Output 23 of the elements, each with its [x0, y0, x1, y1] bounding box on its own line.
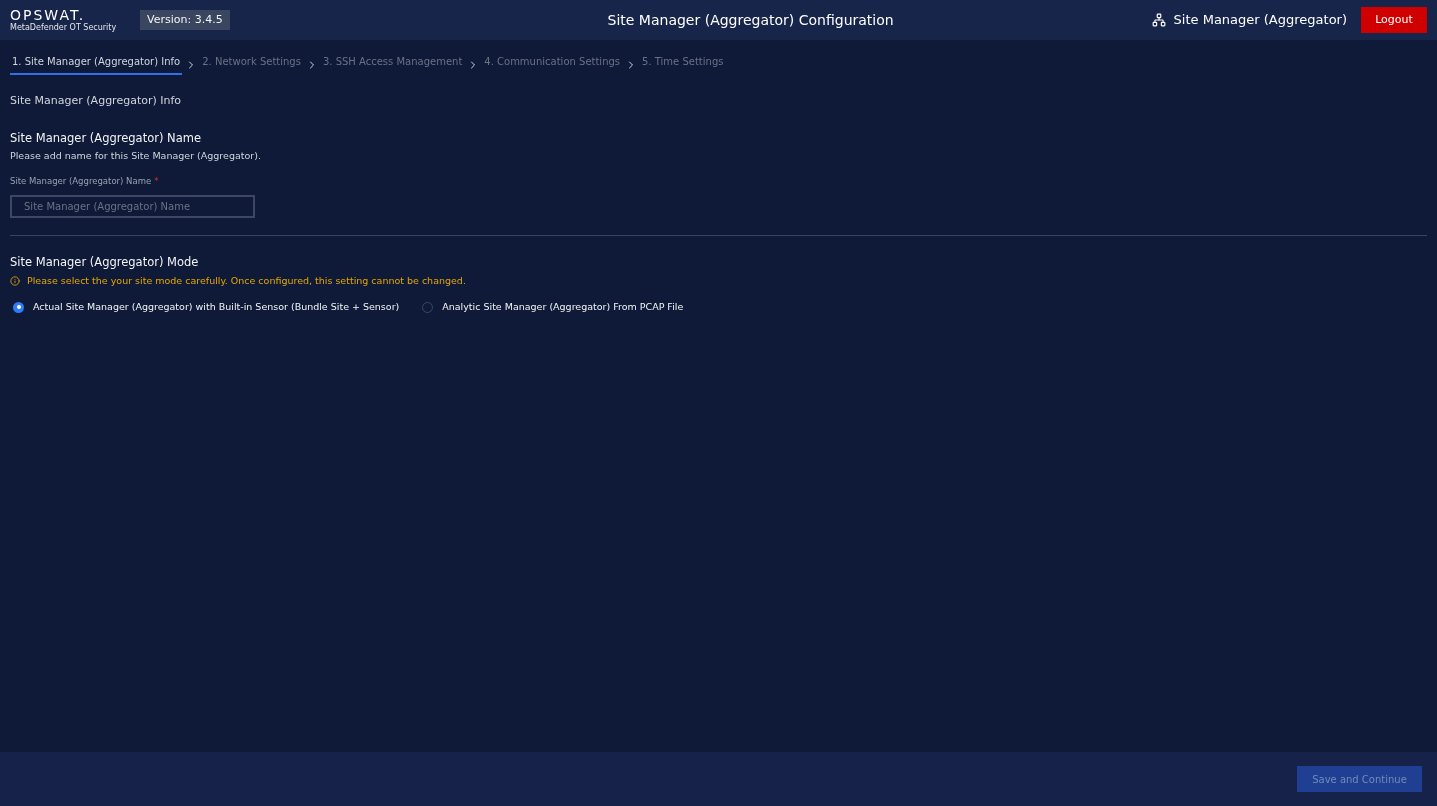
name-heading: Site Manager (Aggregator) Name: [10, 129, 202, 147]
page-title: Site Manager (Aggregator) Configuration: [606, 10, 894, 30]
network-icon: [1151, 13, 1166, 27]
step-tab[interactable]: 1. Site Manager (Aggregator) Info: [10, 54, 183, 75]
mode-radio[interactable]: Analytic Site Manager (Aggregator) From PCAP File: [419, 300, 684, 315]
logout-button[interactable]: Logout: [1361, 7, 1427, 33]
version-badge: Version: 3.4.5: [140, 9, 230, 31]
step-tab[interactable]: 2. Network Settings: [200, 54, 303, 75]
step-tab[interactable]: 4. Communication Settings: [482, 54, 623, 75]
name-input[interactable]: Site Manager (Aggregator) Name: [10, 194, 255, 218]
product-name: MetaDefender OT Security: [10, 22, 118, 33]
field-label: Site Manager (Aggregator) Name: [10, 175, 152, 188]
logo: OPSWAT.: [10, 7, 87, 23]
mode-radio[interactable]: Actual Site Manager (Aggregator) with Built-in Sensor (Bundle Site + Sensor): [10, 300, 400, 315]
warning-text: Please select the your site mode carefully. Once configured, this setting cannot be changed.: [27, 274, 466, 288]
section-title: Site Manager (Aggregator) Info: [10, 93, 183, 109]
name-description: Please add name for this Site Manager (Aggregator).: [10, 148, 262, 163]
step-tab[interactable]: 5. Time Settings: [640, 54, 726, 75]
step-tab[interactable]: 3. SSH Access Management: [320, 54, 465, 75]
role-label: Site Manager (Aggregator): [1173, 11, 1347, 30]
mode-heading: Site Manager (Aggregator) Mode: [10, 253, 200, 271]
required-mark: *: [154, 175, 159, 188]
warning-icon: [10, 276, 20, 287]
